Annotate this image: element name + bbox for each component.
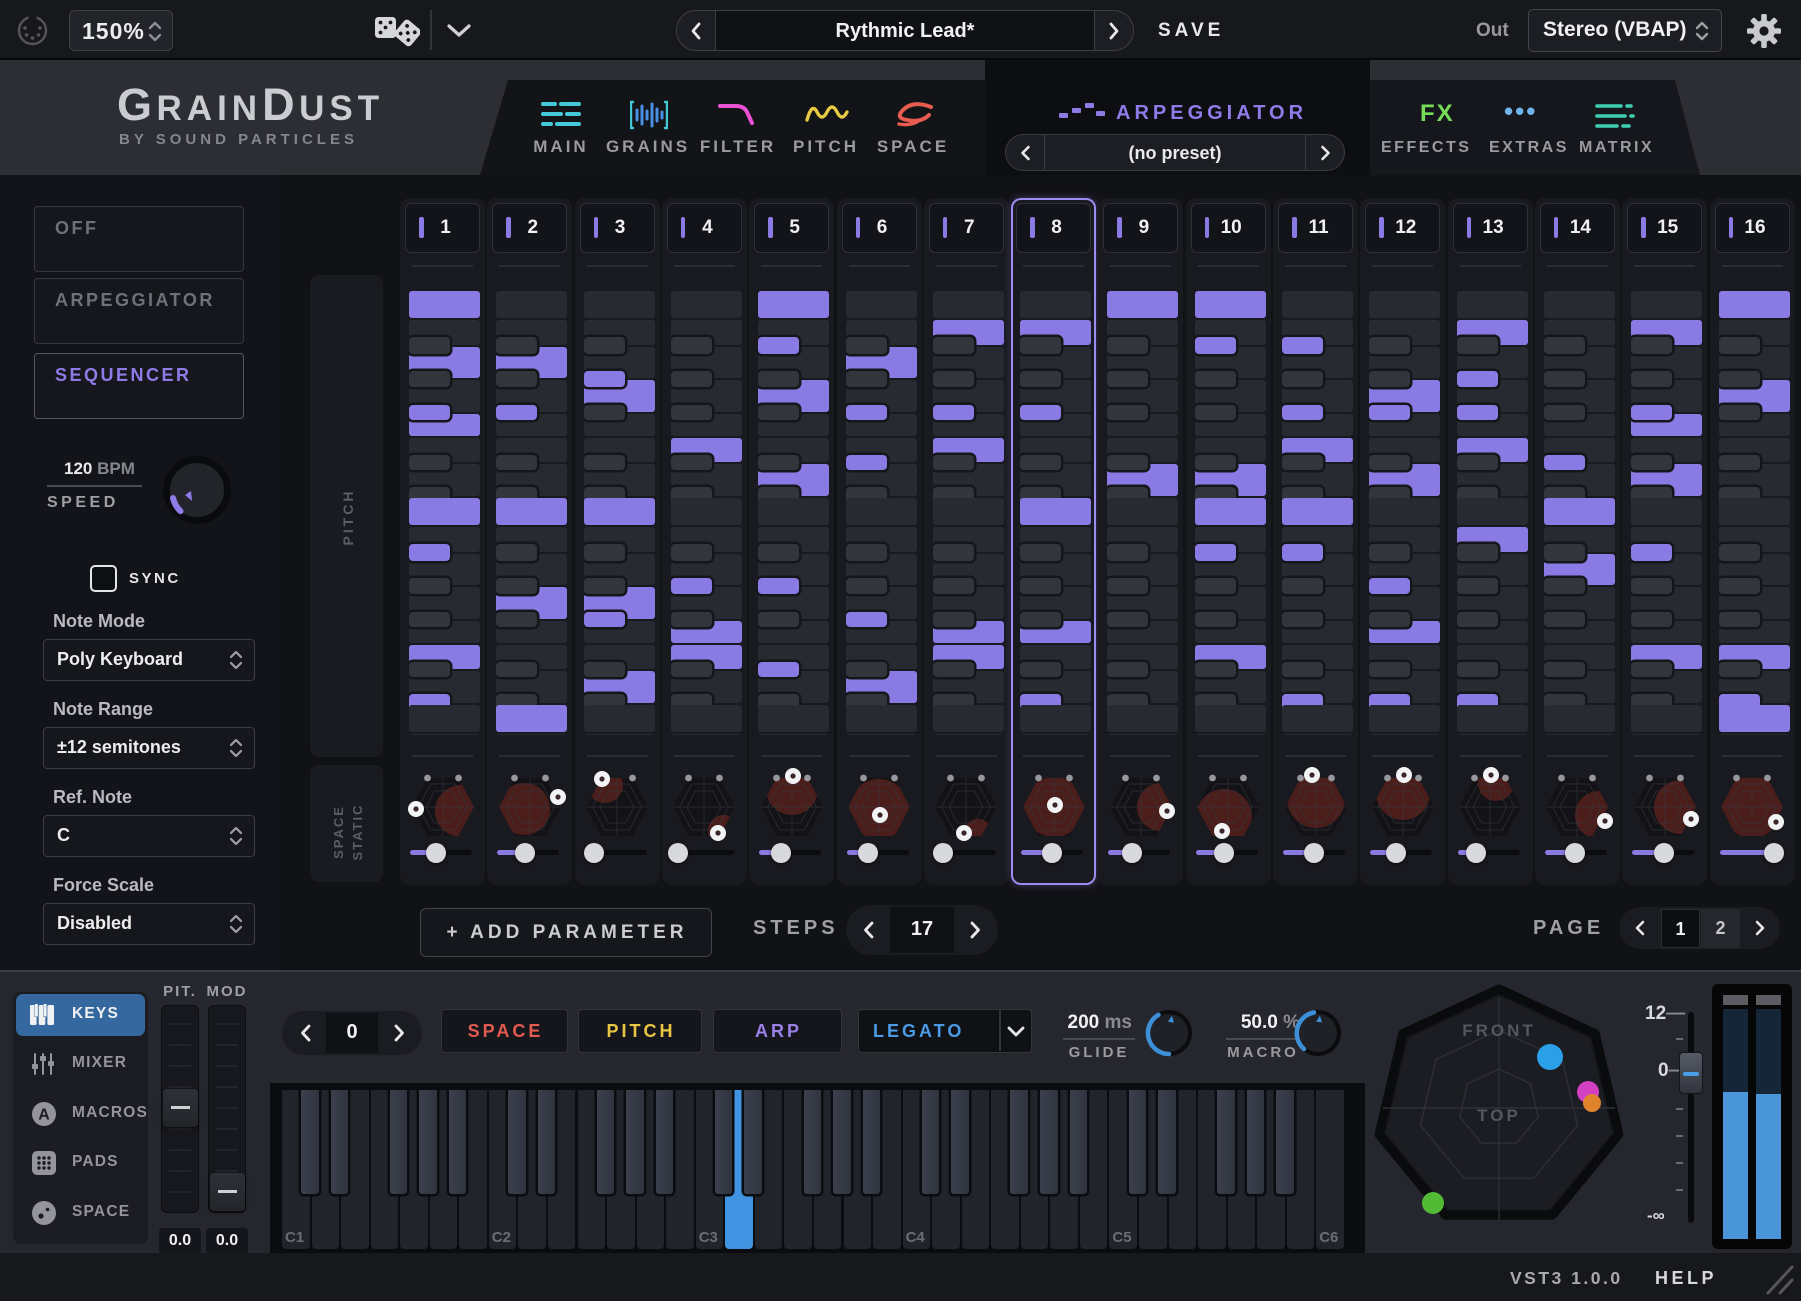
svg-text:FRONT: FRONT — [1462, 1021, 1536, 1040]
svg-text:A: A — [38, 1107, 50, 1124]
svg-text:TOP: TOP — [1477, 1106, 1521, 1125]
